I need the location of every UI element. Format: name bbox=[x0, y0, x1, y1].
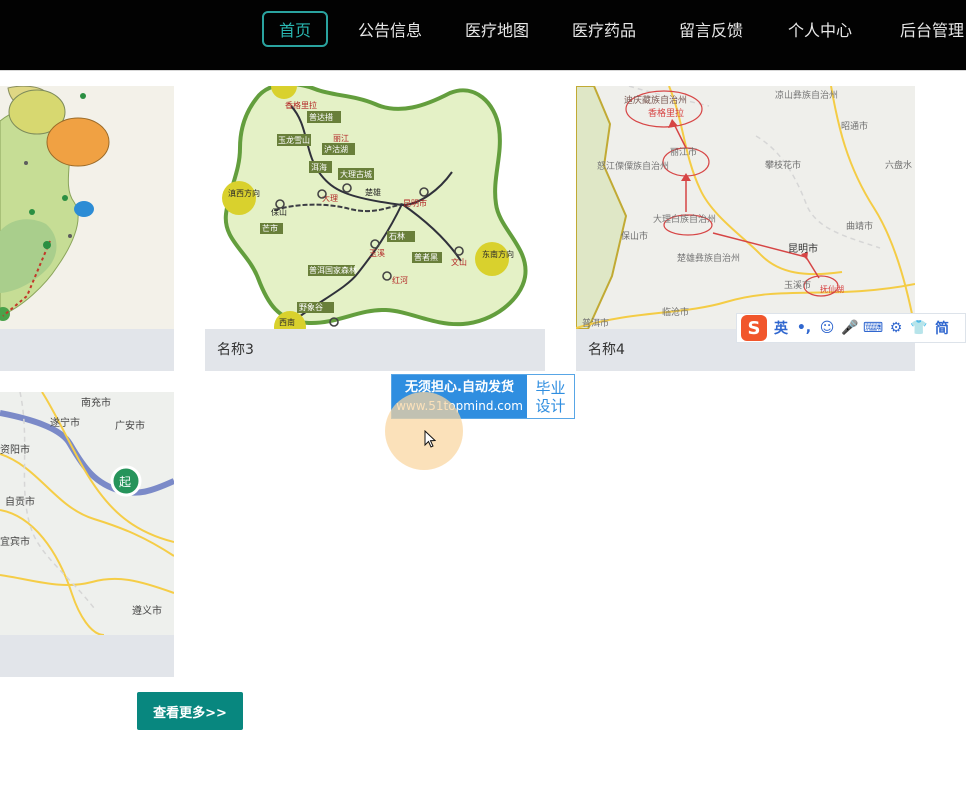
map5-label-zigong: 自贡市 bbox=[5, 495, 35, 508]
map5-label-zunyi: 遵义市 bbox=[132, 604, 162, 617]
map4-label-yuxi: 玉溪市 bbox=[784, 279, 811, 291]
map3-label-wenshan: 文山 bbox=[451, 257, 467, 267]
map4-label-lijiang: 丽江市 bbox=[670, 146, 697, 158]
map5-label-guangan: 广安市 bbox=[115, 419, 145, 432]
mouse-pointer-icon bbox=[424, 430, 436, 448]
map3-label-west-direction: 滇西方向 bbox=[228, 188, 260, 198]
map-image-yunnan-route: 迪庆藏族自治州 香格里拉 丽江市 凉山彝族自治州 攀枝花市 昭通市 六盘水 怒江… bbox=[576, 86, 915, 329]
map-image-1 bbox=[0, 86, 174, 329]
ime-keyboard-icon[interactable]: ⌨ bbox=[863, 319, 883, 337]
map3-label-southeast-direction: 东南方向 bbox=[482, 249, 514, 259]
watermark-badge-line-2: 设计 bbox=[535, 396, 566, 415]
map4-label-baoshan: 保山市 bbox=[621, 230, 648, 242]
map5-label-ziyang: 资阳市 bbox=[0, 443, 30, 456]
map3-label-mangshi: 芒市 bbox=[262, 223, 278, 233]
map3-label-southwest: 西南 bbox=[279, 317, 295, 327]
map3-label-shangri-la: 香格里拉 bbox=[285, 100, 317, 110]
map4-label-panzhihua: 攀枝花市 bbox=[765, 159, 801, 171]
map4-label-diqing: 迪庆藏族自治州 bbox=[624, 94, 687, 106]
card-caption-2: 名称3 bbox=[205, 329, 545, 371]
map5-label-nanchong: 南充市 bbox=[81, 396, 111, 409]
map3-label-chuxiong: 楚雄 bbox=[365, 187, 381, 197]
map4-label-shangri-la: 香格里拉 bbox=[648, 107, 684, 119]
map5-label-suining: 遂宁市 bbox=[50, 416, 80, 429]
card-caption-1 bbox=[0, 329, 174, 371]
map3-label-lugu: 泸沽湖 bbox=[324, 144, 348, 154]
sogou-logo-icon[interactable]: S bbox=[741, 315, 767, 341]
ime-skin-icon[interactable]: 👕 bbox=[910, 319, 928, 337]
top-navigation-bar: 首页 公告信息 医疗地图 医疗药品 留言反馈 个人中心 后台管理 bbox=[0, 0, 966, 71]
card-1[interactable] bbox=[0, 86, 174, 371]
map4-label-zhaotong: 昭通市 bbox=[841, 120, 868, 132]
map4-label-dali-prefecture: 大理白族自治州 bbox=[653, 213, 716, 225]
input-method-toolbar[interactable]: S 英 •, ☺ 🎤 ⌨ ⚙ 👕 简 bbox=[736, 313, 966, 343]
ime-language-toggle[interactable]: 英 bbox=[772, 319, 790, 337]
map4-label-lincang: 临沧市 bbox=[662, 306, 689, 318]
nav-admin[interactable]: 后台管理 bbox=[899, 11, 965, 47]
map4-label-puer: 普洱市 bbox=[582, 317, 609, 329]
card-caption-4 bbox=[0, 635, 174, 677]
map3-label-puer-forest: 普洱国家森林 bbox=[309, 265, 357, 275]
card-2[interactable]: 香格里拉 普达措 丽江 玉龙雪山 泸沽湖 洱海 大理古城 大理 楚雄 昆明市 滇… bbox=[205, 86, 545, 371]
nav-home[interactable]: 首页 bbox=[262, 11, 328, 47]
nav-medical-map[interactable]: 医疗地图 bbox=[464, 11, 530, 47]
map4-label-fuxian-lake: 抚仙湖 bbox=[820, 284, 844, 294]
map-image-route-navigation: 起 南充市 遂宁市 广安市 资阳市 自贡市 宜宾市 遵义市 bbox=[0, 392, 174, 635]
nav-announcements[interactable]: 公告信息 bbox=[357, 11, 423, 47]
map3-label-elephant-valley: 野象谷 bbox=[299, 302, 323, 312]
ime-simplified-chinese[interactable]: 简 bbox=[933, 319, 951, 337]
ime-voice-icon[interactable]: 🎤 bbox=[841, 319, 859, 337]
map4-label-nujiang: 怒江傈僳族自治州 bbox=[597, 160, 669, 172]
map-image-yunnan-tourism: 香格里拉 普达措 丽江 玉龙雪山 泸沽湖 洱海 大理古城 大理 楚雄 昆明市 滇… bbox=[205, 86, 545, 329]
map3-label-yuxi: 玉溪 bbox=[369, 248, 385, 258]
route-start-marker-label: 起 bbox=[119, 475, 131, 489]
map4-label-liangshan: 凉山彝族自治州 bbox=[775, 89, 838, 101]
map3-label-pudacuo: 普达措 bbox=[309, 112, 333, 122]
ime-punctuation-icon[interactable]: •, bbox=[795, 319, 813, 337]
watermark-badge-line-1: 毕业 bbox=[535, 378, 566, 397]
map3-label-honghe: 红河 bbox=[392, 275, 408, 285]
nav-personal-center[interactable]: 个人中心 bbox=[787, 11, 853, 47]
map4-label-chuxiong: 楚雄彝族自治州 bbox=[677, 252, 740, 264]
map4-label-qujing: 曲靖市 bbox=[846, 220, 873, 232]
watermark-right: 毕业 设计 bbox=[527, 375, 574, 418]
map3-label-lijiang: 丽江 bbox=[333, 134, 349, 143]
map5-label-yibin: 宜宾市 bbox=[0, 535, 30, 548]
map3-label-dali-oldtown: 大理古城 bbox=[340, 169, 372, 179]
map4-label-liupanshui: 六盘水 bbox=[885, 159, 912, 171]
nav-medical-drugs[interactable]: 医疗药品 bbox=[571, 11, 637, 47]
map3-label-yulong: 玉龙雪山 bbox=[278, 135, 310, 145]
ime-settings-icon[interactable]: ⚙ bbox=[887, 319, 905, 337]
map3-label-kunming: 昆明市 bbox=[403, 198, 427, 208]
map3-label-shilin: 石林 bbox=[389, 231, 405, 241]
view-more-button[interactable]: 查看更多>> bbox=[137, 692, 243, 730]
nav-feedback[interactable]: 留言反馈 bbox=[678, 11, 744, 47]
card-4[interactable]: 起 南充市 遂宁市 广安市 资阳市 自贡市 宜宾市 遵义市 bbox=[0, 392, 174, 677]
map4-label-kunming: 昆明市 bbox=[788, 242, 818, 255]
map3-label-puzhehei: 普者黑 bbox=[414, 252, 438, 262]
map3-label-erhai: 洱海 bbox=[311, 162, 327, 172]
ime-emoji-icon[interactable]: ☺ bbox=[818, 319, 836, 337]
